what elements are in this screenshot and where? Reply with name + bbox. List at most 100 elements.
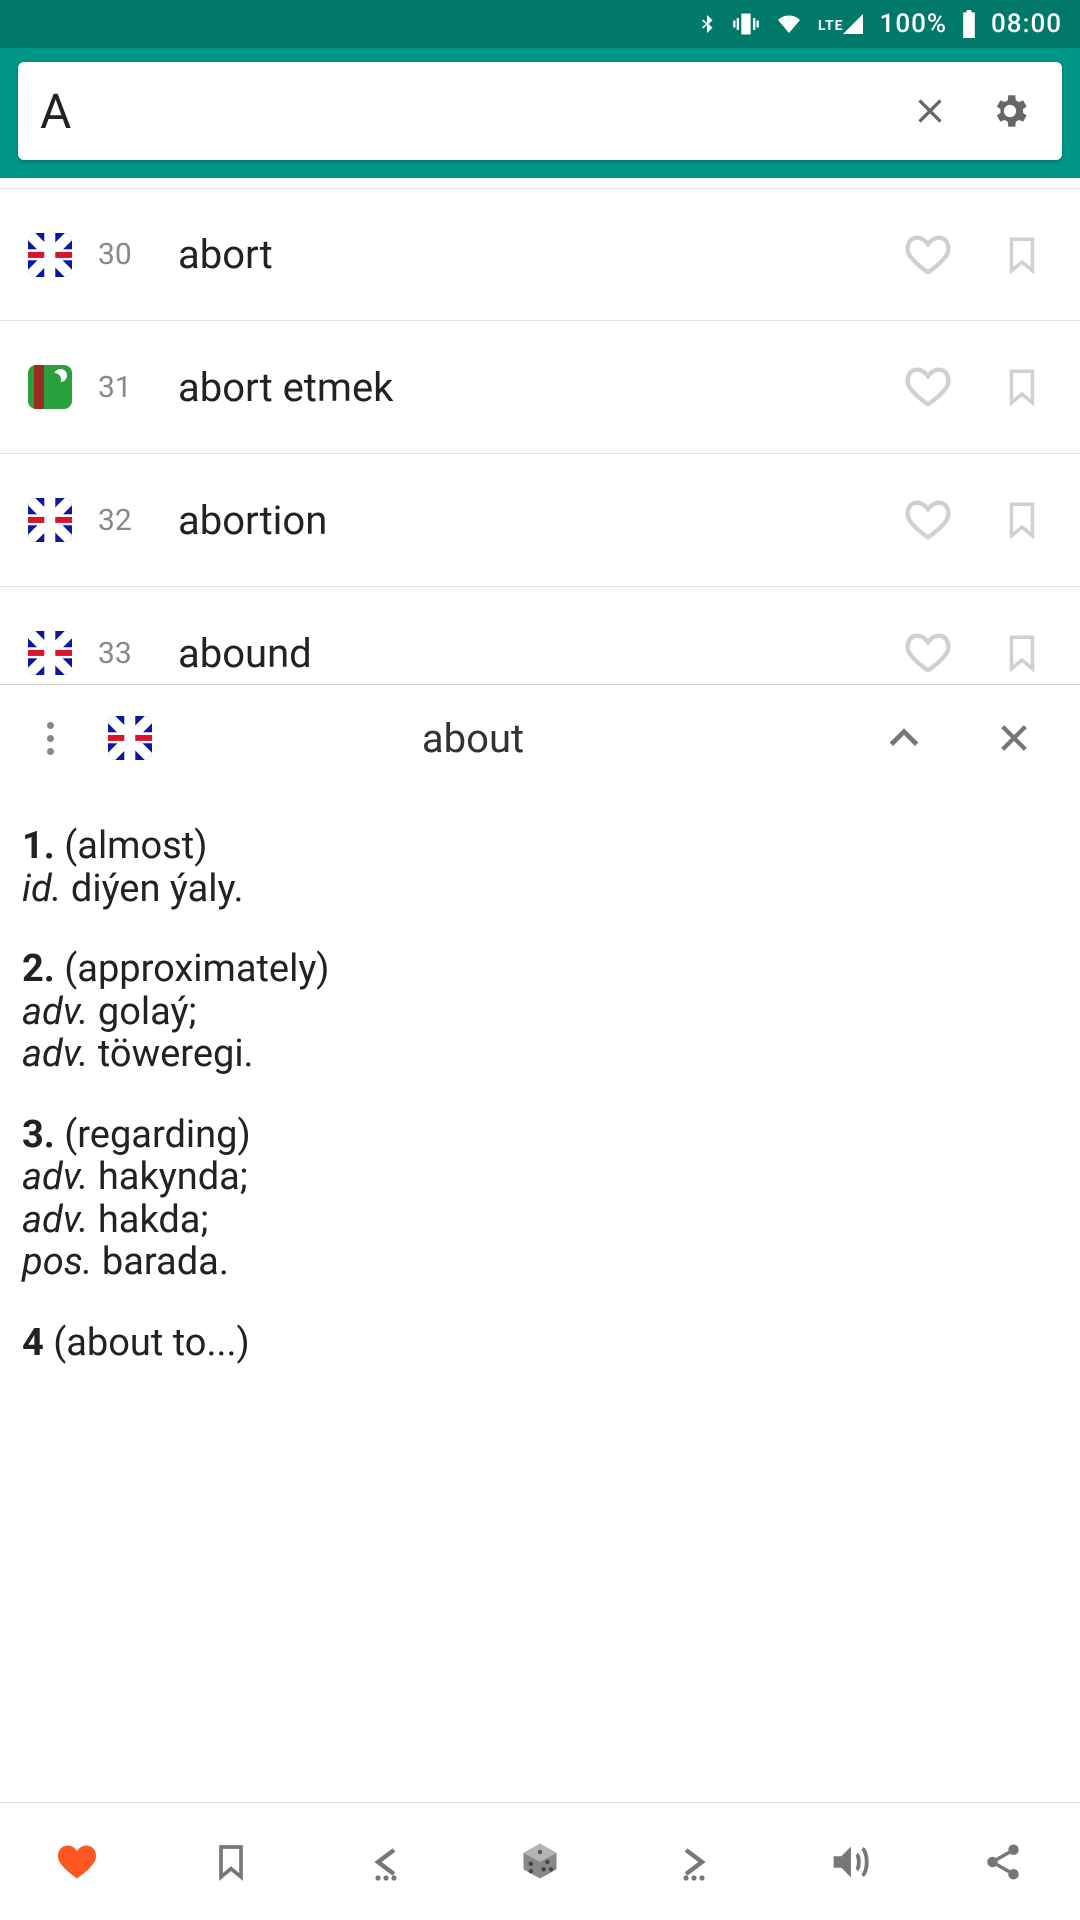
favorite-button[interactable] xyxy=(898,490,958,550)
translation-line: adv. hakynda; xyxy=(22,1156,1058,1199)
share-icon xyxy=(982,1841,1024,1883)
gear-icon xyxy=(989,90,1031,132)
word-detail-panel: about 1. (almost)id. diýen ýaly. 2. (appr… xyxy=(0,684,1080,1802)
settings-button[interactable] xyxy=(980,81,1040,141)
heart-icon xyxy=(900,361,956,413)
translation-text: töweregi. xyxy=(88,1032,253,1076)
bookmark-icon xyxy=(1001,360,1043,414)
heart-icon xyxy=(55,1840,99,1884)
share-button[interactable] xyxy=(926,1803,1080,1920)
part-of-speech: adv. xyxy=(22,1032,88,1076)
favorites-tab[interactable] xyxy=(0,1803,154,1920)
lang-flag xyxy=(28,498,72,542)
sense-number: 3. xyxy=(22,1113,55,1157)
favorite-button[interactable] xyxy=(898,623,958,683)
vibrate-icon xyxy=(732,10,760,38)
word-index: 30 xyxy=(98,237,168,272)
translation-line: id. diýen ýaly. xyxy=(22,868,1058,911)
translation-text: golaý; xyxy=(88,990,196,1034)
favorite-button[interactable] xyxy=(898,357,958,417)
chevron-up-icon xyxy=(885,719,923,757)
sense-gloss: (regarding) xyxy=(64,1113,250,1157)
app-header xyxy=(0,48,1080,178)
word-row[interactable]: 31 abort etmek xyxy=(0,321,1080,454)
sense-block: 2. (approximately)adv. golaý;adv. töwere… xyxy=(22,948,1058,1076)
dice-icon xyxy=(518,1840,562,1884)
sense-block: 4 (about to...) xyxy=(22,1322,1058,1365)
detail-body: 1. (almost)id. diýen ýaly. 2. (approximat… xyxy=(0,791,1080,1802)
part-of-speech: pos. xyxy=(22,1240,92,1284)
collapse-detail-button[interactable] xyxy=(874,708,934,768)
word-text: abort xyxy=(178,231,898,278)
history-forward-button[interactable] xyxy=(617,1803,771,1920)
bookmark-icon xyxy=(1001,228,1043,282)
bookmark-button[interactable] xyxy=(992,357,1052,417)
bookmark-icon xyxy=(1001,626,1043,680)
translation-line: pos. barada. xyxy=(22,1241,1058,1284)
heart-icon xyxy=(900,229,956,281)
favorite-button[interactable] xyxy=(898,225,958,285)
pronounce-button[interactable] xyxy=(771,1803,925,1920)
sense-gloss: (approximately) xyxy=(64,947,329,991)
clock: 08:00 xyxy=(991,9,1062,39)
lang-flag xyxy=(28,233,72,277)
heart-icon xyxy=(900,494,956,546)
sense-number: 4 xyxy=(22,1321,44,1365)
word-index: 33 xyxy=(98,636,168,671)
bookmark-button[interactable] xyxy=(992,225,1052,285)
translation-line: adv. töweregi. xyxy=(22,1033,1058,1076)
bookmark-icon xyxy=(211,1840,251,1884)
detail-lang-flag xyxy=(108,716,152,760)
bookmarks-tab[interactable] xyxy=(154,1803,308,1920)
sense-gloss: (almost) xyxy=(64,824,207,868)
translation-text: diýen ýaly. xyxy=(61,867,243,911)
lang-flag xyxy=(28,365,72,409)
part-of-speech: adv. xyxy=(22,1155,88,1199)
bookmark-button[interactable] xyxy=(992,490,1052,550)
translation-text: hakda; xyxy=(88,1198,208,1242)
word-row[interactable]: 30 abort xyxy=(0,188,1080,321)
history-back-button[interactable] xyxy=(309,1803,463,1920)
more-options-button[interactable] xyxy=(30,708,70,768)
cell-signal-icon: LTE xyxy=(818,12,866,36)
heart-icon xyxy=(900,627,956,679)
random-word-button[interactable] xyxy=(463,1803,617,1920)
close-detail-button[interactable] xyxy=(984,708,1044,768)
translation-line: adv. golaý; xyxy=(22,991,1058,1034)
bookmark-icon xyxy=(1001,493,1043,547)
word-text: abound xyxy=(178,630,898,677)
clear-search-button[interactable] xyxy=(900,81,960,141)
sense-number: 2. xyxy=(22,947,55,991)
part-of-speech: id. xyxy=(22,867,61,911)
part-of-speech: adv. xyxy=(22,1198,88,1242)
sense-block: 1. (almost)id. diýen ýaly. xyxy=(22,825,1058,910)
lang-flag xyxy=(28,631,72,675)
arrow-left-icon xyxy=(362,1838,410,1886)
close-icon xyxy=(910,91,950,131)
word-text: abort etmek xyxy=(178,364,898,411)
speaker-icon xyxy=(826,1839,872,1885)
translation-text: barada. xyxy=(92,1240,228,1284)
bluetooth-icon xyxy=(696,10,718,38)
bookmark-button[interactable] xyxy=(992,623,1052,683)
sense-block: 3. (regarding)adv. hakynda;adv. hakda;po… xyxy=(22,1114,1058,1284)
bottom-toolbar xyxy=(0,1802,1080,1920)
translation-text: hakynda; xyxy=(88,1155,247,1199)
word-row[interactable]: 32 abortion xyxy=(0,454,1080,587)
sense-gloss: (about to...) xyxy=(53,1321,250,1365)
word-list: 30 abort 31 abort etmek 32 abortion xyxy=(0,188,1080,720)
word-text: abortion xyxy=(178,497,898,544)
part-of-speech: adv. xyxy=(22,990,88,1034)
battery-percent: 100% xyxy=(880,9,947,39)
search-input[interactable] xyxy=(40,83,900,140)
battery-icon xyxy=(961,10,977,38)
wifi-icon xyxy=(774,12,804,36)
word-index: 32 xyxy=(98,503,168,538)
detail-headword: about xyxy=(72,715,874,762)
translation-line: adv. hakda; xyxy=(22,1199,1058,1242)
search-box xyxy=(18,62,1062,160)
status-bar: LTE 100% 08:00 xyxy=(0,0,1080,48)
word-index: 31 xyxy=(98,370,168,405)
close-icon xyxy=(997,721,1031,755)
detail-header: about xyxy=(0,685,1080,791)
